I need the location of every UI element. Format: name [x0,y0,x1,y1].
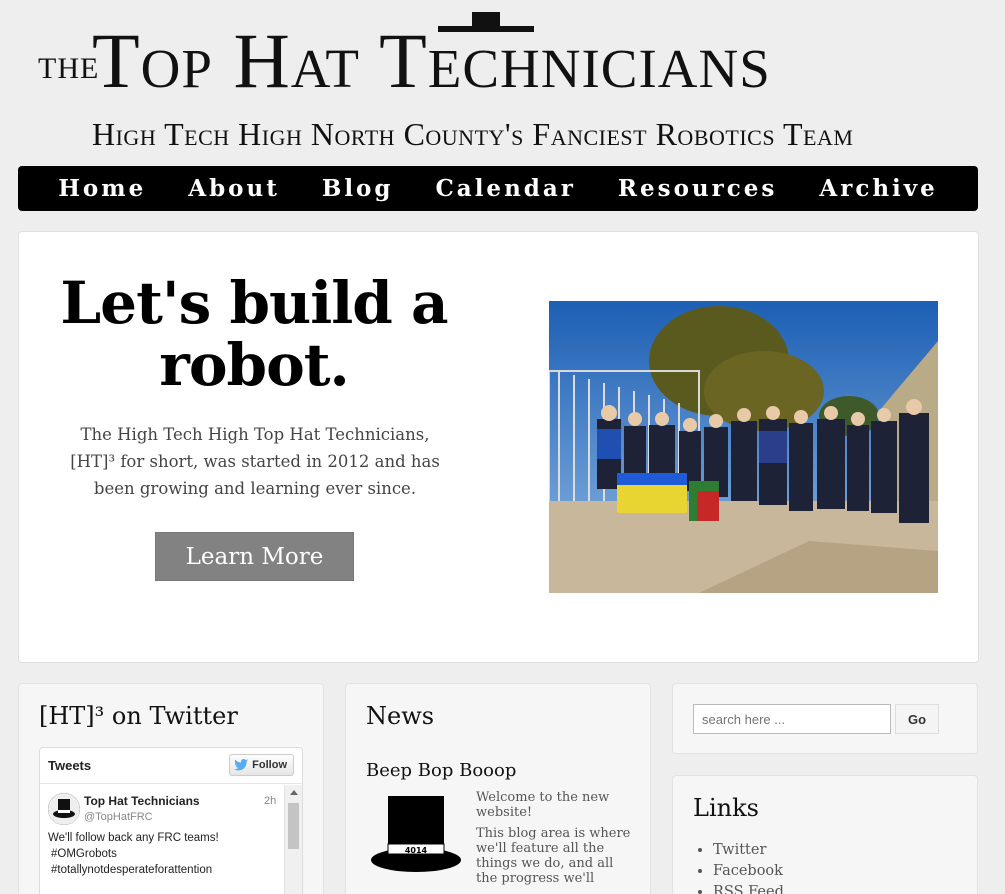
twitter-bird-icon [234,759,249,771]
news-panel: News Beep Bop Booop 4014 Welcome to the … [345,683,651,894]
learn-more-button[interactable]: Learn More [155,532,354,581]
team-photo [549,301,938,593]
twitter-widget: Tweets Follow Top Hat Technicians @TopHa… [39,747,303,894]
tweet-timestamp[interactable]: 2h [264,795,276,807]
news-post-excerpt: Welcome to the new website! This blog ar… [476,790,636,892]
search-panel: Go [672,683,978,754]
follow-label: Follow [252,759,287,771]
tweet-author-name[interactable]: Top Hat Technicians [84,794,200,808]
nav-resources[interactable]: Resources [597,175,798,202]
nav-blog[interactable]: Blog [301,175,415,202]
nav-archive[interactable]: Archive [798,175,958,202]
news-post-title[interactable]: Beep Bop Booop [366,760,516,781]
top-hat-post-image: 4014 [371,796,461,872]
logo-the: THE [38,52,100,85]
hero-description: The High Tech High Top Hat Technicians, … [70,425,440,498]
links-panel-title: Links [693,794,759,822]
scrollbar-thumb[interactable] [288,803,299,849]
search-go-button[interactable]: Go [895,704,939,734]
tweet-text: We'll follow back any FRC teams! #OMGrob… [48,830,278,878]
nav-about[interactable]: About [167,175,301,202]
hero-section: Let's build a robot. The High Tech High … [18,231,979,663]
nav-home[interactable]: Home [37,175,167,202]
scroll-up-icon[interactable] [290,790,298,795]
tweet-author-handle[interactable]: @TopHatFRC [84,811,153,823]
main-nav: Home About Blog Calendar Resources Archi… [18,166,978,211]
hero-title: Let's build a robot. [60,269,448,399]
hat-badge: 4014 [405,846,428,855]
twitter-scrollbar[interactable] [284,785,302,894]
tweet-line: We'll follow back any FRC teams! [48,832,219,844]
link-facebook[interactable]: Facebook [713,861,784,882]
search-input[interactable] [693,704,891,734]
link-twitter[interactable]: Twitter [713,840,784,861]
tweet-item[interactable]: Top Hat Technicians @TopHatFRC 2h We'll … [40,785,284,894]
avatar[interactable] [48,793,80,825]
twitter-panel-title: [HT]³ on Twitter [39,702,238,730]
news-paragraph: Welcome to the new website! [476,790,610,820]
links-panel: Links Twitter Facebook RSS Feed [672,775,978,894]
news-paragraph: This blog area is where we'll feature al… [476,826,631,886]
twitter-panel: [HT]³ on Twitter Tweets Follow Top Hat T… [18,683,324,894]
site-tagline: High Tech High North County's Fanciest R… [92,116,854,152]
links-list: Twitter Facebook RSS Feed [713,840,784,894]
tweet-hashtag[interactable]: #totallynotdesperateforattention [48,862,278,878]
nav-calendar[interactable]: Calendar [414,175,596,202]
site-header: THE Top Hat Technicians High Tech High N… [0,0,1005,165]
link-rss-feed[interactable]: RSS Feed [713,882,784,894]
site-title[interactable]: Top Hat Technicians [92,22,771,100]
news-panel-title: News [366,702,435,730]
tweets-label: Tweets [48,758,92,773]
follow-button[interactable]: Follow [229,754,294,776]
tweet-hashtag[interactable]: #OMGrobots [48,846,278,862]
twitter-widget-header: Tweets Follow [40,748,302,784]
